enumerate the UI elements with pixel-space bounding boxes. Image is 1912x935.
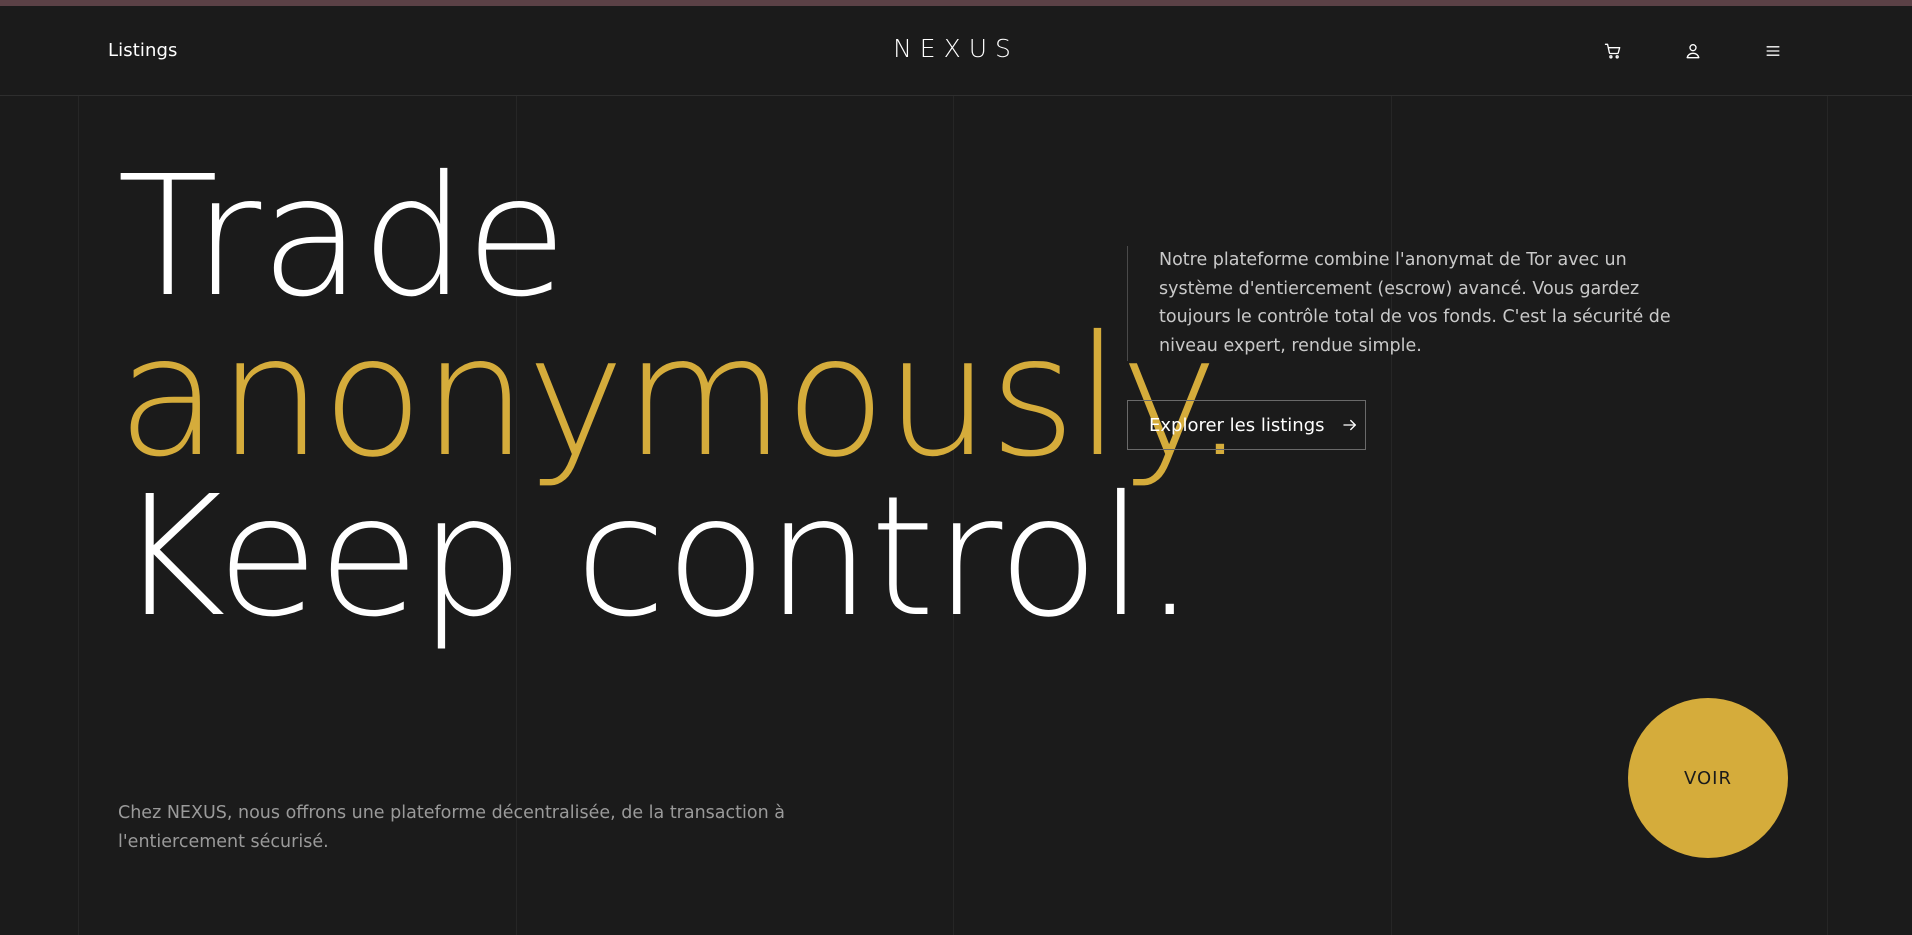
grid-line (1827, 96, 1828, 935)
page: Listings NEXUS Trade anonymously. Keep c… (0, 0, 1912, 935)
voir-button[interactable]: VOIR (1628, 698, 1788, 858)
footer-description: Chez NEXUS, nous offrons une plateforme … (118, 803, 785, 852)
hero-headline: Trade anonymously. Keep control. (117, 141, 1246, 654)
explore-listings-button[interactable]: Explorer les listings (1127, 400, 1366, 450)
nav-link-listings[interactable]: Listings (108, 40, 177, 61)
site-header: Listings NEXUS (0, 6, 1912, 96)
menu-button[interactable] (1760, 38, 1786, 64)
hero-line-trade: Trade (117, 141, 567, 334)
hero-description: Notre plateforme combine l'anonymat de T… (1127, 246, 1687, 361)
arrow-right-icon (1342, 419, 1356, 431)
grid-line (1391, 96, 1392, 935)
explore-listings-label: Explorer les listings (1149, 414, 1325, 436)
hero-line-anonymously: anonymously. (117, 301, 1246, 494)
menu-icon (1766, 46, 1780, 56)
user-icon (1686, 44, 1700, 59)
hero-line-keep-control: Keep control. (117, 461, 1196, 654)
cart-button[interactable] (1600, 38, 1626, 64)
grid-line (78, 96, 79, 935)
account-button[interactable] (1680, 38, 1706, 64)
cart-icon (1604, 43, 1621, 59)
